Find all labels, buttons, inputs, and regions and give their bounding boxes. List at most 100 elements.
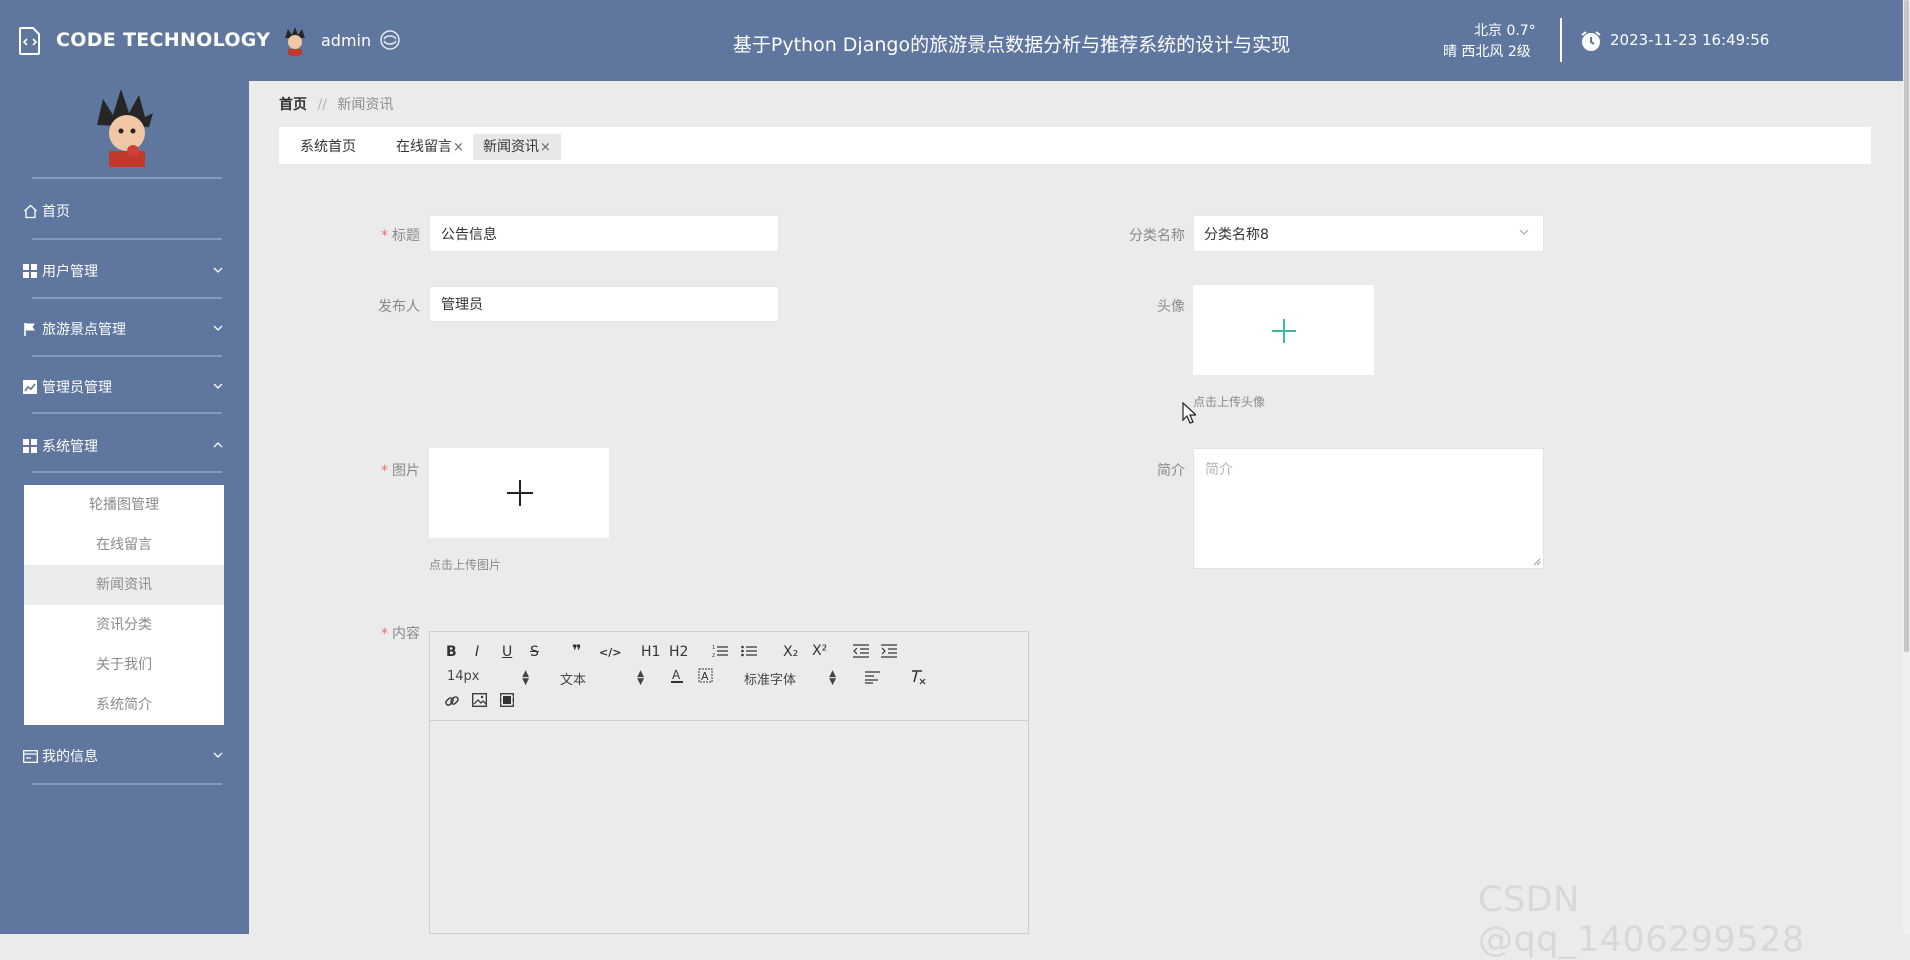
chevron-up-icon <box>213 442 223 448</box>
bullet-list-icon[interactable] <box>741 644 757 658</box>
select-caret-icon: ▲ ▼ <box>829 669 836 687</box>
content-label: * 内容 <box>360 623 420 643</box>
category-label: 分类名称 <box>1129 228 1185 244</box>
intro-label: 简介 <box>1157 463 1185 479</box>
title-label-text: 标题 <box>392 228 420 244</box>
weather-desc: 晴 西北风 2级 <box>1442 44 1531 60</box>
grid-icon <box>22 263 38 279</box>
image-upload[interactable] <box>429 448 609 538</box>
editor-content-area[interactable] <box>430 721 1028 933</box>
top-header: CODE TECHNOLOGY admin 基于Python Django的旅游… <box>0 0 1903 81</box>
svg-text:1: 1 <box>712 645 715 651</box>
header-select[interactable]: 文本 ▲ ▼ <box>560 669 644 689</box>
sidebar-avatar <box>83 81 169 167</box>
submenu-item-news-category[interactable]: 资讯分类 <box>24 605 224 645</box>
font-family-select[interactable]: 标准字体 ▲ ▼ <box>744 669 836 689</box>
rich-text-editor: B I U S ❞ </> H1 H2 12 X₂ X² 14px ▲ ▼ 文本 … <box>429 631 1029 934</box>
sidebar-item-user-management[interactable]: 用户管理 <box>22 256 232 286</box>
submenu-item-news[interactable]: 新闻资讯 <box>24 565 224 605</box>
tab-messages[interactable]: 在线留言× <box>386 134 474 160</box>
required-mark: * <box>381 228 388 244</box>
select-caret-icon: ▲ ▼ <box>522 669 529 687</box>
sidebar-item-label: 系统管理 <box>42 439 98 455</box>
sidebar-item-system-management[interactable]: 系统管理 <box>22 431 232 461</box>
submenu-item-system-intro[interactable]: 系统简介 <box>24 685 224 725</box>
svg-text:2: 2 <box>712 653 715 658</box>
tabs-bar: 系统首页 在线留言× 新闻资讯× <box>279 127 1871 164</box>
flag-icon <box>22 321 38 337</box>
required-mark: * <box>381 626 388 642</box>
intro-placeholder: 简介 <box>1205 462 1233 478</box>
underline-button[interactable]: U <box>502 643 512 661</box>
heading1-button[interactable]: H1 <box>641 643 660 661</box>
sidebar-item-label: 管理员管理 <box>42 380 112 396</box>
bold-button[interactable]: B <box>446 643 457 661</box>
breadcrumb-home[interactable]: 首页 <box>279 97 307 113</box>
sidebar-divider <box>32 783 222 785</box>
submenu-item-messages[interactable]: 在线留言 <box>24 525 224 565</box>
sidebar-item-home[interactable]: 首页 <box>22 196 232 226</box>
submenu-item-about-us[interactable]: 关于我们 <box>24 645 224 685</box>
publisher-label: 发布人 <box>378 299 420 315</box>
sidebar-item-label: 旅游景点管理 <box>42 322 126 338</box>
video-insert-icon[interactable] <box>500 693 514 707</box>
publisher-input[interactable]: 管理员 <box>429 286 779 322</box>
chevron-down-icon <box>213 752 223 758</box>
category-select-value: 分类名称8 <box>1204 226 1269 243</box>
code-block-button[interactable]: </> <box>599 644 621 662</box>
intro-textarea[interactable]: 简介 <box>1193 448 1544 569</box>
font-size-select[interactable]: 14px ▲ ▼ <box>447 669 529 687</box>
mouse-cursor-icon <box>1182 402 1196 424</box>
indent-icon[interactable] <box>881 644 897 658</box>
tab-label: 在线留言 <box>396 139 452 155</box>
link-icon[interactable] <box>444 693 460 709</box>
resize-handle-icon[interactable] <box>1533 558 1541 566</box>
image-insert-icon[interactable] <box>472 693 487 707</box>
svg-text:A: A <box>672 668 681 682</box>
tab-home[interactable]: 系统首页 <box>290 134 366 160</box>
header-select-value: 文本 <box>560 673 587 688</box>
tab-label: 新闻资讯 <box>483 139 539 155</box>
breadcrumb: 首页 // 新闻资讯 <box>279 94 393 114</box>
strike-button[interactable]: S <box>530 643 539 661</box>
background-color-icon[interactable]: A <box>698 668 713 684</box>
italic-button[interactable]: I <box>475 643 479 661</box>
superscript-button[interactable]: X² <box>812 642 827 660</box>
align-left-icon[interactable] <box>865 671 880 684</box>
text-color-icon[interactable]: A <box>670 668 684 684</box>
image-label-text: 图片 <box>392 463 420 479</box>
sidebar-item-my-info[interactable]: 我的信息 <box>22 741 232 771</box>
avatar-upload[interactable] <box>1193 285 1374 375</box>
plus-icon <box>507 480 533 506</box>
subscript-button[interactable]: X₂ <box>783 643 798 661</box>
title-input[interactable]: 公告信息 <box>429 215 779 252</box>
publisher-input-value: 管理员 <box>441 297 483 313</box>
heading2-button[interactable]: H2 <box>669 643 688 661</box>
plus-icon <box>1272 319 1296 343</box>
sidebar-divider <box>32 355 222 357</box>
page-scrollbar[interactable] <box>1903 0 1910 934</box>
sidebar-item-admin-management[interactable]: 管理员管理 <box>22 372 232 402</box>
sidebar-item-scenic-spots[interactable]: 旅游景点管理 <box>22 314 232 344</box>
ordered-list-icon[interactable]: 12 <box>712 644 728 658</box>
required-mark: * <box>381 463 388 479</box>
tab-news[interactable]: 新闻资讯× <box>473 134 561 160</box>
chart-icon <box>22 379 38 395</box>
category-select[interactable]: 分类名称8 <box>1193 215 1544 252</box>
font-family-value: 标准字体 <box>744 673 797 688</box>
system-submenu: 轮播图管理 在线留言 新闻资讯 资讯分类 关于我们 系统简介 <box>24 485 224 725</box>
sidebar-item-label: 我的信息 <box>42 749 98 765</box>
image-upload-hint: 点击上传图片 <box>429 558 502 572</box>
image-label: * 图片 <box>360 460 420 480</box>
home-icon <box>22 203 38 219</box>
scrollbar-thumb[interactable] <box>1904 0 1909 652</box>
outdent-icon[interactable] <box>853 644 869 658</box>
close-icon[interactable]: × <box>540 140 551 155</box>
sidebar-divider <box>32 177 222 179</box>
blockquote-button[interactable]: ❞ <box>572 642 581 660</box>
submenu-item-carousel[interactable]: 轮播图管理 <box>24 485 224 525</box>
close-icon[interactable]: × <box>453 140 464 155</box>
sidebar-item-label: 首页 <box>42 204 70 220</box>
sidebar: 首页 用户管理 旅游景点管理 管理员管理 系统管理 轮播图管理 在线留言 新闻资… <box>0 81 249 934</box>
clear-format-icon[interactable] <box>910 669 926 685</box>
